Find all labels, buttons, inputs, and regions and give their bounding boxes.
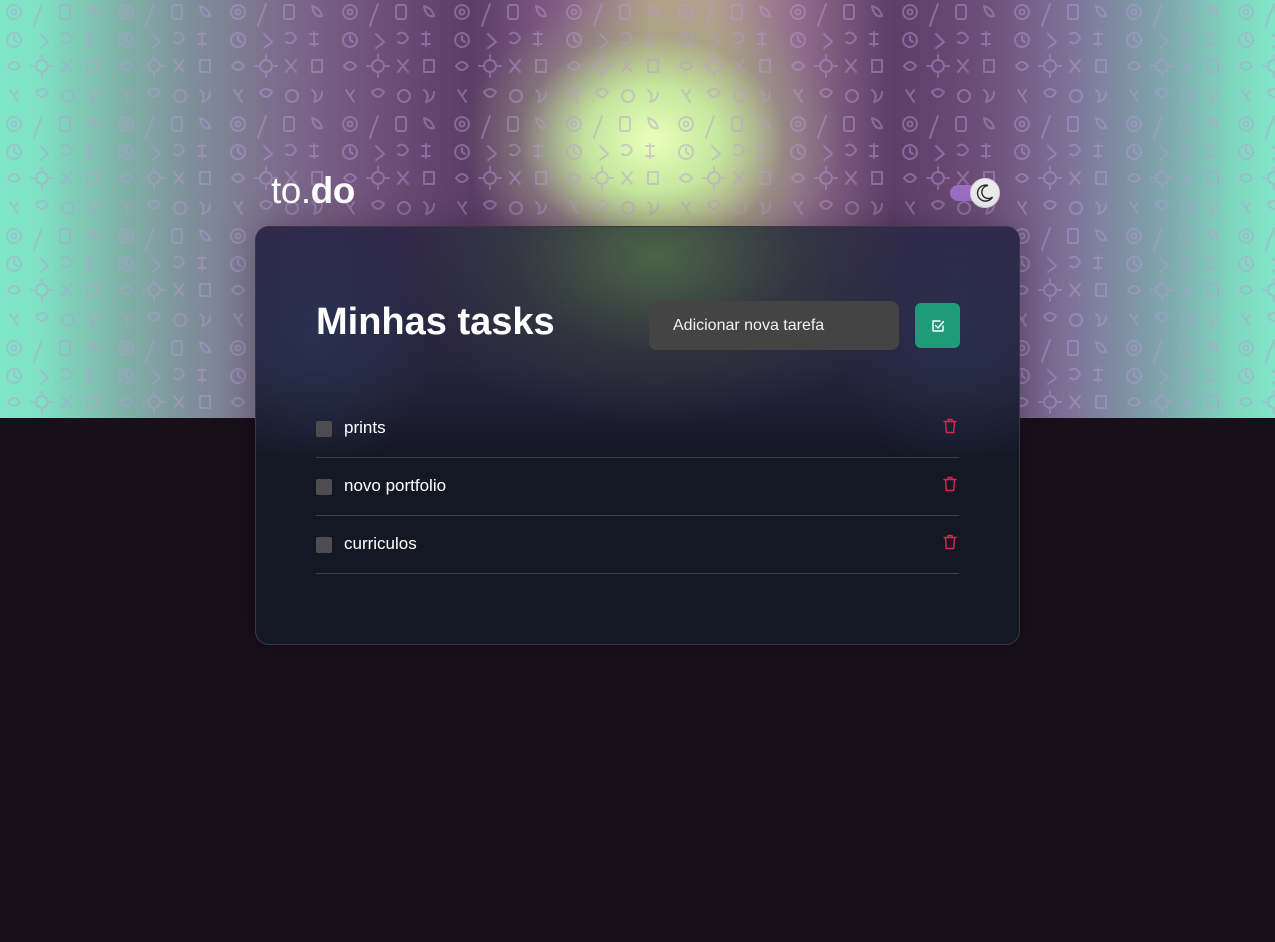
task-label: novo portfolio [344,476,447,495]
toggle-knob [970,178,1000,208]
logo-prefix: to. [271,170,311,211]
app-logo[interactable]: to.do [271,170,355,212]
add-task-button[interactable] [915,303,960,348]
check-square-icon [931,319,944,332]
theme-toggle[interactable] [950,178,1002,209]
task-label: curriculos [344,534,417,553]
task-item: prints [316,400,959,458]
logo-suffix: do [310,170,356,211]
new-task-input[interactable] [649,301,899,350]
delete-task-button[interactable] [941,533,959,553]
task-checkbox[interactable] [316,421,332,437]
task-label: prints [344,418,386,437]
delete-task-button[interactable] [941,475,959,495]
page-title: Minhas tasks [316,301,555,343]
task-item: novo portfolio [316,458,959,516]
task-checkbox[interactable] [316,479,332,495]
task-checkbox[interactable] [316,537,332,553]
trash-icon [943,534,957,549]
tasks-card: Minhas tasks prints novo portfolio [255,226,1020,645]
trash-icon [943,476,957,491]
moon-icon [976,184,994,202]
task-item: curriculos [316,516,959,574]
trash-icon [943,418,957,433]
task-list: prints novo portfolio curriculos [316,400,959,574]
delete-task-button[interactable] [941,417,959,437]
